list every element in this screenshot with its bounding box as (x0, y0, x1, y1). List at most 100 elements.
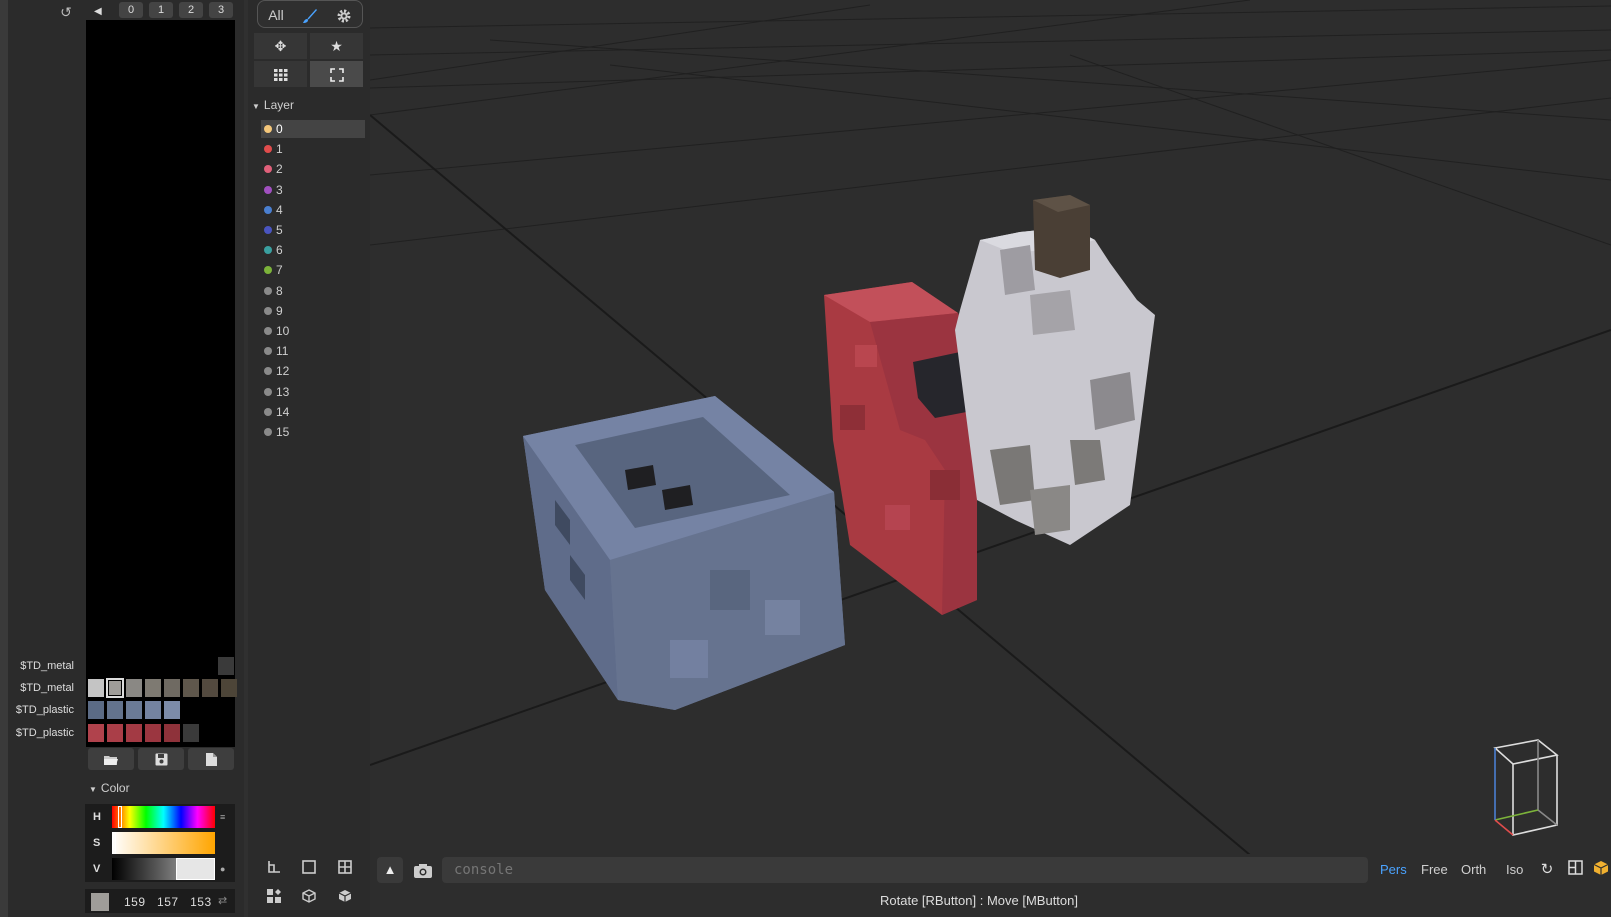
palette-swatch[interactable] (126, 724, 142, 742)
palette-swatch[interactable] (126, 701, 142, 719)
palette-page-tab[interactable]: 1 (149, 2, 173, 18)
saturation-marker[interactable] (112, 832, 117, 854)
layer-item[interactable]: 7 (261, 261, 365, 279)
palette-swatch[interactable] (202, 679, 218, 697)
layer-color-dot (264, 347, 272, 356)
layout-single-icon[interactable] (299, 859, 319, 879)
layer-item[interactable]: 10 (261, 322, 365, 340)
status-hint: Rotate [RButton] : Move [MButton] (880, 893, 1078, 908)
view-mode-iso[interactable]: Iso (1506, 862, 1523, 877)
swap-icon[interactable]: ⇄ (218, 894, 227, 907)
palette-page-tab[interactable]: 0 (119, 2, 143, 18)
layer-section-header[interactable]: ▼ Layer (252, 98, 294, 112)
palette-swatch[interactable] (107, 724, 123, 742)
layer-item[interactable]: 4 (261, 201, 365, 219)
cube-outline-icon[interactable] (299, 888, 319, 908)
rgb-values[interactable]: 159 157 153 (124, 895, 212, 909)
palette-swatch[interactable] (164, 679, 180, 697)
palette-page-tab[interactable]: 3 (209, 2, 233, 18)
value-label: V (93, 863, 101, 875)
voxel-cube-icon[interactable] (1591, 860, 1611, 880)
layer-label: 10 (276, 324, 290, 338)
material-label: $TD_metal (20, 660, 74, 672)
palette-swatch[interactable] (164, 701, 180, 719)
palette-swatch[interactable] (88, 679, 104, 697)
green-value[interactable]: 157 (157, 895, 179, 909)
layer-item[interactable]: 13 (261, 383, 365, 401)
layer-item[interactable]: 0 (261, 120, 365, 138)
triangle-up-icon[interactable]: ▲ (377, 857, 403, 883)
value-slider[interactable] (112, 858, 215, 880)
palette-swatch[interactable] (126, 679, 142, 697)
palette-swatch[interactable] (107, 701, 123, 719)
view-mode-free[interactable]: Free (1421, 862, 1448, 877)
layer-item[interactable]: 12 (261, 362, 365, 380)
color-section-header[interactable]: ▼ Color (89, 781, 130, 795)
reset-view-icon[interactable]: ↻ (1537, 860, 1557, 880)
cube-solid-icon[interactable] (335, 888, 355, 908)
star-icon[interactable]: ★ (310, 33, 363, 59)
palette-swatch[interactable] (88, 724, 104, 742)
undo-icon[interactable]: ↺ (58, 4, 74, 20)
layer-item[interactable]: 2 (261, 160, 365, 178)
view-mode-pers[interactable]: Pers (1380, 862, 1407, 877)
components-icon[interactable] (264, 888, 284, 908)
camera-icon[interactable] (410, 857, 436, 883)
fullscreen-icon[interactable] (310, 61, 363, 87)
palette-page-tab[interactable]: 2 (179, 2, 203, 18)
new-file-icon[interactable] (188, 748, 234, 770)
palette-swatch[interactable] (164, 724, 180, 742)
tool-filter-group: All (257, 0, 363, 28)
layer-item[interactable]: 5 (261, 221, 365, 239)
palette-swatch[interactable] (221, 679, 237, 697)
palette-swatch[interactable] (145, 724, 161, 742)
layer-item[interactable]: 8 (261, 282, 365, 300)
palette-swatch[interactable] (218, 657, 234, 675)
layer-item[interactable]: 3 (261, 181, 365, 199)
gear-icon[interactable] (332, 5, 356, 25)
view-mode-orth[interactable]: Orth (1461, 862, 1486, 877)
layer-item[interactable]: 11 (261, 342, 365, 360)
layout-quad-icon[interactable] (335, 859, 355, 879)
palette-swatch[interactable] (183, 724, 199, 742)
palette-swatch[interactable] (106, 678, 124, 698)
palette-swatch[interactable] (145, 701, 161, 719)
layer-label: 0 (276, 122, 283, 136)
hue-slider[interactable] (112, 806, 215, 828)
all-filter-button[interactable]: All (264, 5, 288, 25)
hue-menu-icon[interactable]: ≡ (220, 812, 225, 822)
saturation-slider[interactable] (112, 832, 215, 854)
red-value[interactable]: 159 (124, 895, 146, 909)
layer-item[interactable]: 14 (261, 403, 365, 421)
3d-viewport[interactable] (369, 0, 1611, 917)
layer-color-dot (264, 125, 272, 133)
layout-toggle-icon[interactable] (1565, 860, 1585, 880)
layer-item[interactable]: 1 (261, 140, 365, 158)
palette-swatch[interactable] (88, 701, 104, 719)
folder-open-icon[interactable] (88, 748, 134, 770)
save-icon[interactable] (138, 748, 184, 770)
console-input[interactable] (442, 857, 1368, 883)
palette-swatch[interactable] (183, 679, 199, 697)
hue-marker[interactable] (118, 806, 123, 828)
move-icon[interactable]: ✥ (254, 33, 307, 59)
layer-item[interactable]: 9 (261, 302, 365, 320)
layer-label: 15 (276, 425, 290, 439)
palette-swatch[interactable] (145, 679, 161, 697)
prev-page-icon[interactable]: ◀ (94, 4, 108, 20)
layer-color-dot (264, 165, 272, 174)
layer-label: 7 (276, 263, 283, 278)
brush-icon[interactable] (298, 5, 322, 25)
layer-item[interactable]: 6 (261, 241, 365, 259)
material-label: $TD_plastic (15, 704, 74, 716)
palette-canvas[interactable] (86, 20, 235, 747)
value-marker[interactable] (175, 858, 215, 880)
layer-label: 9 (276, 303, 283, 318)
blue-value[interactable]: 153 (190, 895, 212, 909)
layer-color-dot (264, 205, 272, 214)
current-color-swatch[interactable] (91, 893, 109, 911)
grid-icon[interactable] (254, 61, 307, 87)
layout-corner-icon[interactable] (264, 859, 284, 879)
layer-item[interactable]: 15 (261, 423, 365, 441)
layer-label: 4 (276, 202, 283, 217)
